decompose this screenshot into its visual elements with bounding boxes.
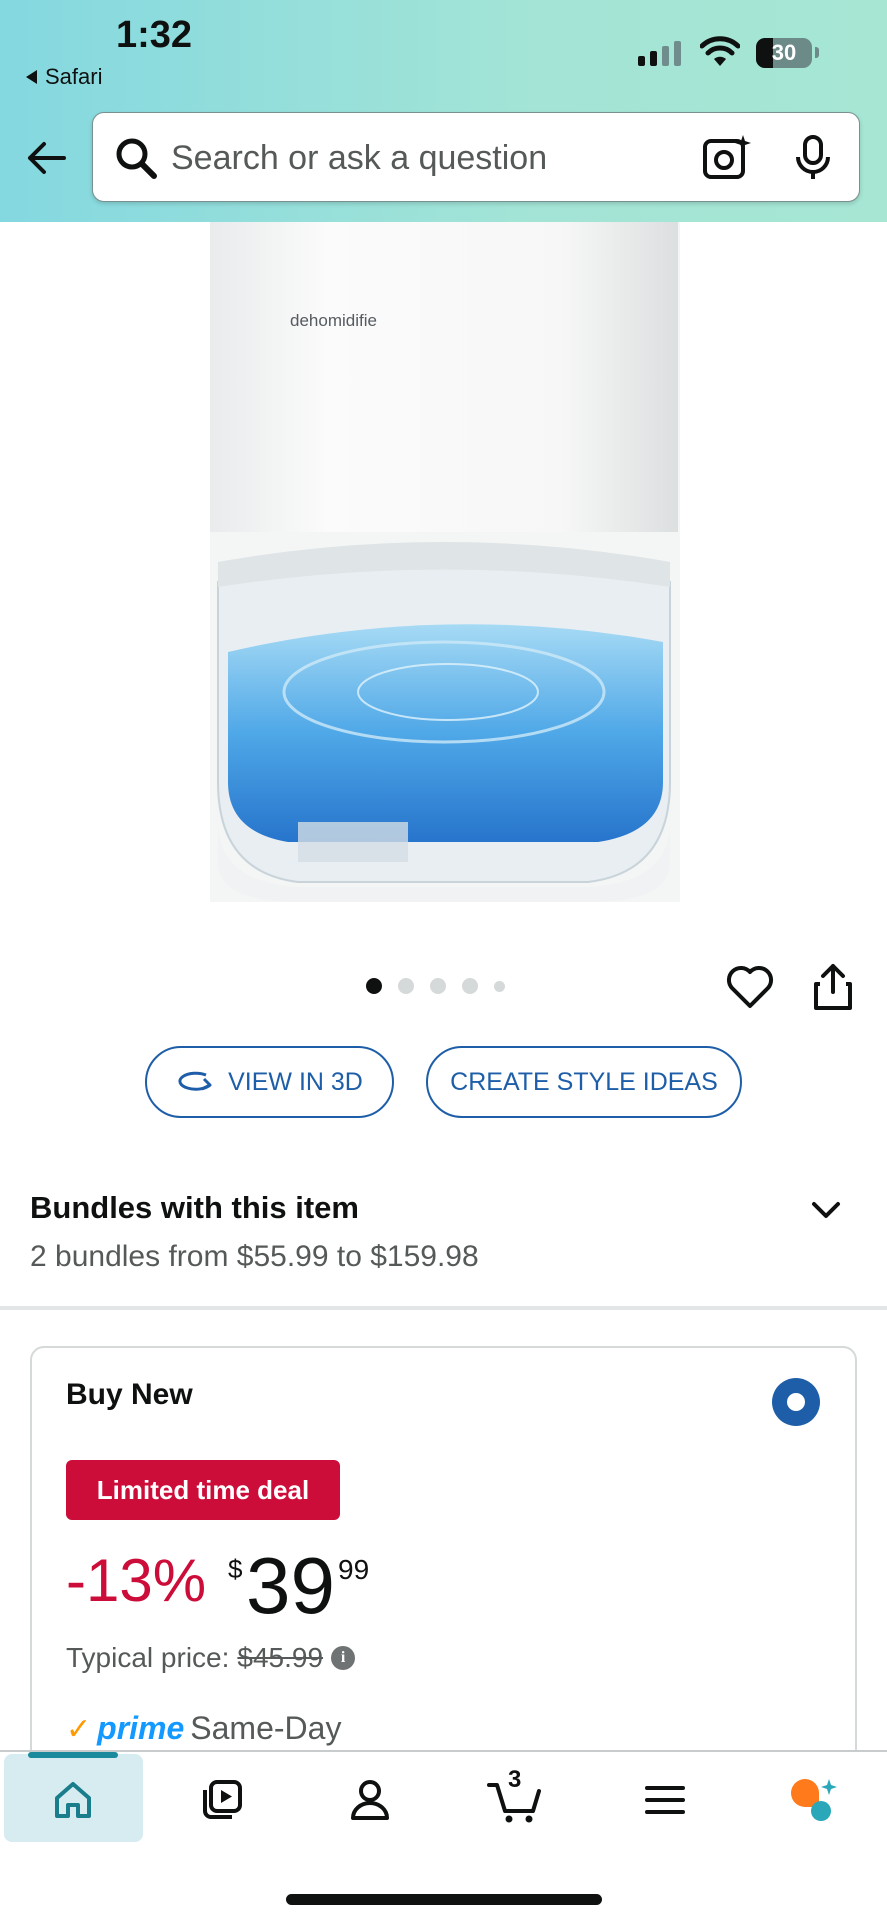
back-app-label: Safari: [45, 64, 103, 89]
search-bar[interactable]: Search or ask a question: [92, 112, 860, 202]
discount-percent: -13%: [66, 1547, 207, 1614]
carousel-dot[interactable]: [430, 978, 446, 994]
rotate-3d-icon: [178, 1071, 212, 1091]
cart-count: 3: [508, 1766, 522, 1793]
typical-price-value: $45.99: [237, 1642, 324, 1673]
video-icon[interactable]: [192, 1770, 252, 1830]
heart-icon[interactable]: [726, 964, 774, 1010]
battery-tip: [815, 47, 819, 58]
buy-new-title: Buy New: [66, 1378, 193, 1411]
search-input[interactable]: Search or ask a question: [171, 139, 547, 178]
typical-price-row: Typical price: $45.99 i: [66, 1642, 356, 1674]
chevron-down-icon[interactable]: [808, 1198, 844, 1222]
carousel-dot[interactable]: [366, 978, 382, 994]
battery-icon: 30: [756, 38, 812, 68]
price-fraction: 99: [338, 1554, 370, 1585]
prime-delivery-row: ✓ prime Same-Day: [66, 1710, 341, 1747]
back-to-safari[interactable]: Safari: [26, 64, 102, 90]
prime-check-icon: ✓: [66, 1713, 92, 1746]
bundles-title[interactable]: Bundles with this item: [30, 1190, 359, 1226]
image-carousel-dots[interactable]: [366, 978, 505, 994]
carousel-dot[interactable]: [398, 978, 414, 994]
create-style-ideas-label: CREATE STYLE IDEAS: [450, 1067, 718, 1096]
prime-logo: prime: [97, 1710, 185, 1746]
carousel-dot[interactable]: [462, 978, 478, 994]
signal-icon: [638, 41, 681, 66]
back-arrow-icon[interactable]: [24, 136, 68, 180]
microphone-icon[interactable]: [793, 133, 833, 183]
menu-icon[interactable]: [635, 1770, 695, 1830]
home-indicator-bar[interactable]: [286, 1894, 602, 1905]
rufus-icon[interactable]: [782, 1770, 842, 1830]
account-icon[interactable]: [340, 1770, 400, 1830]
status-time: 1:32: [116, 14, 193, 56]
view-in-3d-button[interactable]: VIEW IN 3D: [145, 1046, 394, 1118]
create-style-ideas-button[interactable]: CREATE STYLE IDEAS: [426, 1046, 742, 1118]
delivery-speed: Same-Day: [190, 1710, 342, 1746]
back-triangle-icon: [26, 70, 37, 84]
price-whole: 39: [246, 1541, 335, 1630]
share-icon[interactable]: [812, 962, 854, 1012]
product-brand-text: dehomidifie: [290, 311, 377, 330]
typical-price-label: Typical price:: [66, 1642, 230, 1673]
search-icon: [116, 138, 157, 179]
price-currency: $: [228, 1554, 243, 1584]
carousel-dot[interactable]: [494, 980, 505, 992]
buy-new-radio[interactable]: [772, 1378, 820, 1426]
view-in-3d-label: VIEW IN 3D: [228, 1067, 363, 1096]
limited-deal-badge: Limited time deal: [66, 1460, 340, 1520]
nav-home-indicator: [28, 1752, 118, 1758]
camera-lens-icon[interactable]: [701, 133, 753, 183]
bundles-subtitle[interactable]: 2 bundles from $55.99 to $159.98: [30, 1240, 479, 1274]
section-divider: [0, 1306, 887, 1310]
app-header: 1:32 Safari 30 Search or ask a question: [0, 0, 887, 222]
wifi-icon: [700, 36, 740, 66]
info-icon[interactable]: i: [331, 1646, 356, 1670]
product-image[interactable]: dehomidifie: [178, 222, 710, 902]
home-icon[interactable]: [43, 1770, 103, 1830]
battery-percent: 30: [771, 40, 797, 65]
